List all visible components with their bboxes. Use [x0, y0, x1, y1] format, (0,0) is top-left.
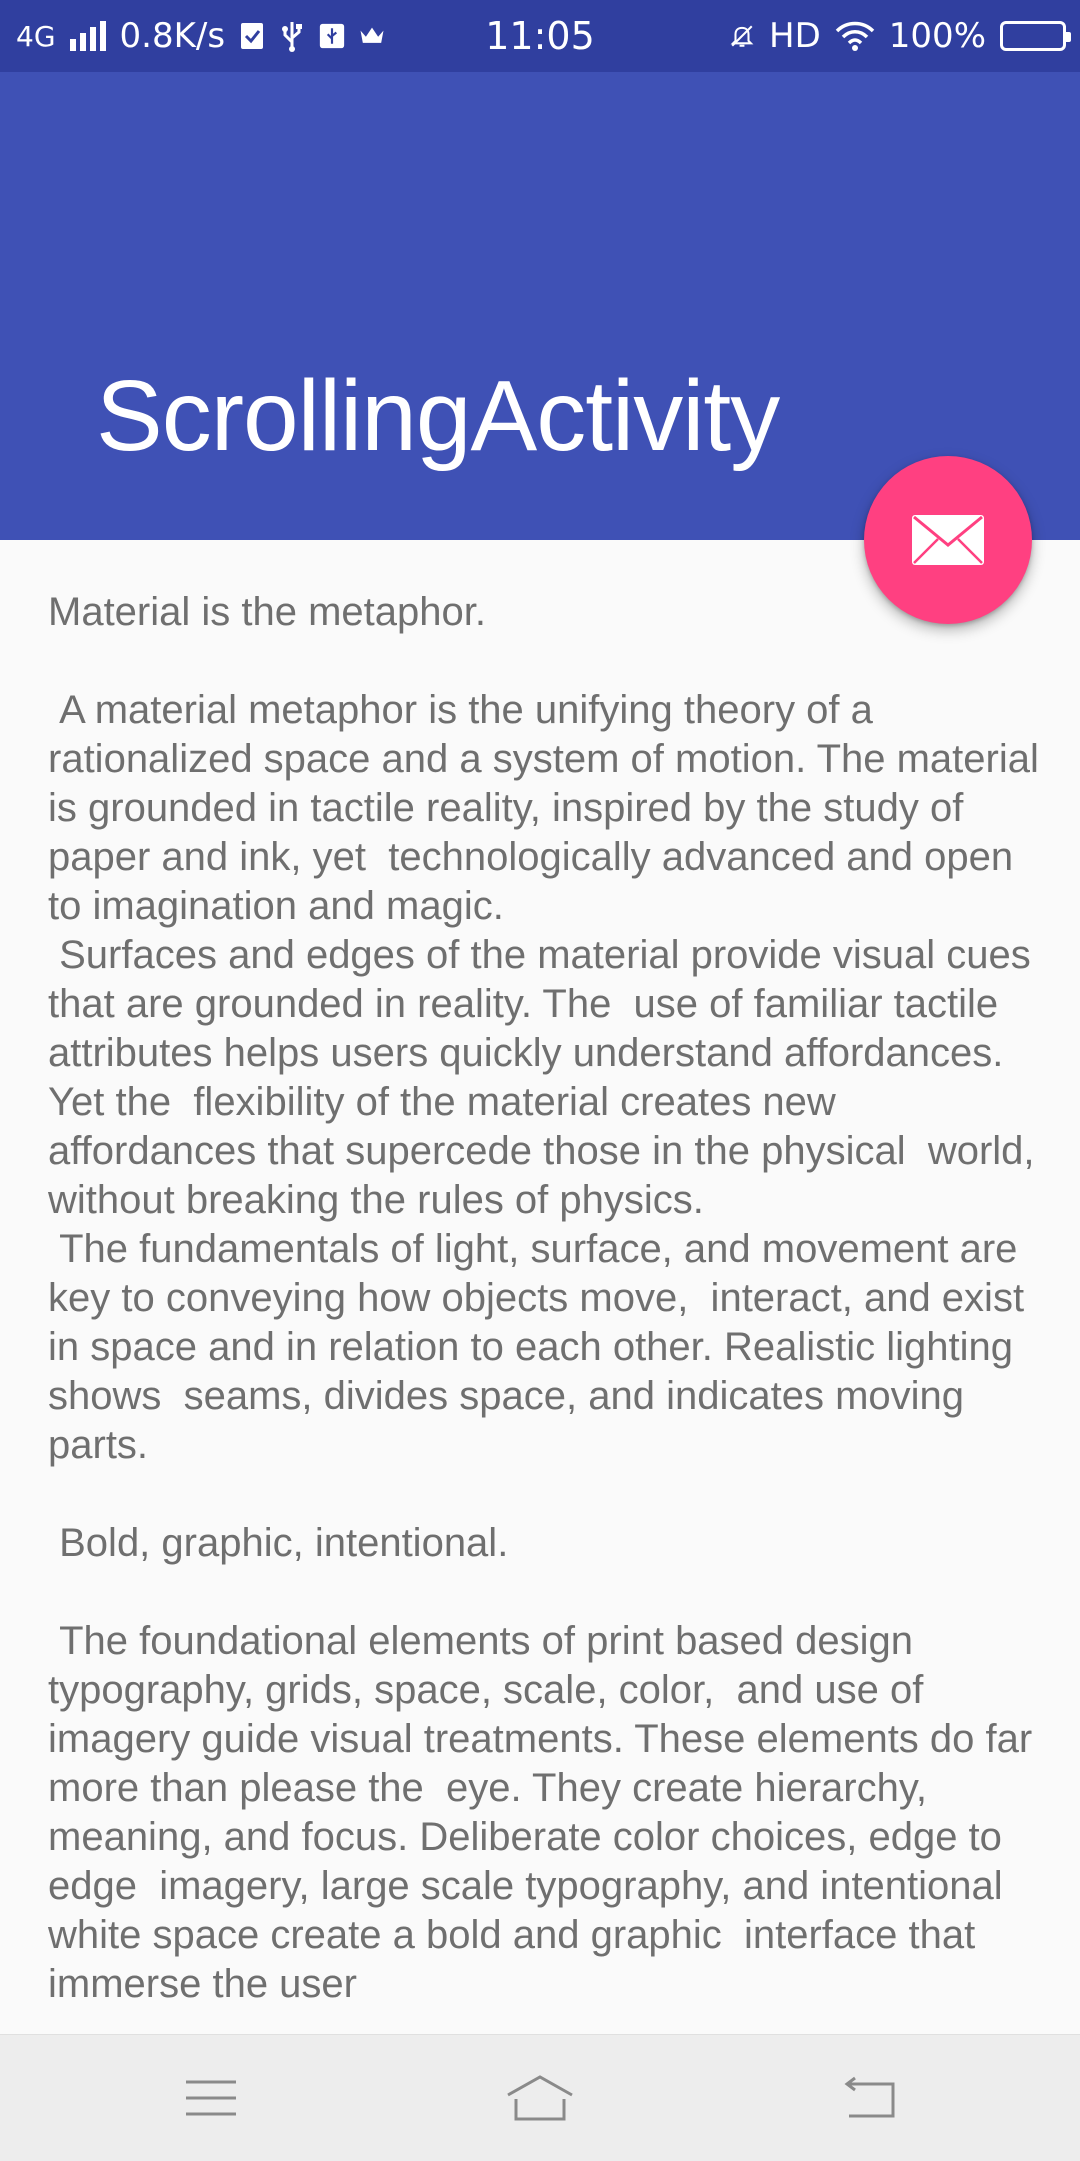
- back-icon: [844, 2076, 895, 2118]
- page-title: ScrollingActivity: [96, 360, 780, 472]
- signal-strength-icon: [69, 21, 106, 51]
- crown-icon: [359, 21, 385, 51]
- menu-button[interactable]: [166, 2063, 256, 2133]
- status-left-group: 4G 0.8K/s: [16, 0, 385, 72]
- hd-label: HD: [769, 16, 821, 56]
- email-icon: [912, 515, 984, 565]
- network-type: 4G: [16, 19, 56, 53]
- status-right-group: HD 100%: [729, 0, 1071, 72]
- body-text: Material is the metaphor. A material met…: [48, 590, 1039, 2006]
- battery-icon: [1000, 21, 1071, 51]
- data-rate: 0.8K/s: [119, 16, 226, 56]
- battery-percent: 100%: [888, 16, 986, 56]
- notifications-off-icon: [729, 21, 755, 51]
- download-complete-icon: [239, 21, 265, 51]
- usb-debugging-icon: [319, 21, 345, 51]
- back-button[interactable]: [824, 2063, 914, 2133]
- scroll-content[interactable]: Material is the metaphor. A material met…: [48, 588, 1048, 2032]
- home-icon: [507, 2075, 573, 2121]
- usb-icon: [279, 21, 305, 52]
- home-button[interactable]: [495, 2063, 585, 2133]
- menu-icon: [186, 2080, 236, 2116]
- status-bar: 4G 0.8K/s 11:05 HD 100%: [0, 0, 1080, 72]
- navigation-bar: [0, 2034, 1080, 2161]
- wifi-icon: [835, 21, 875, 51]
